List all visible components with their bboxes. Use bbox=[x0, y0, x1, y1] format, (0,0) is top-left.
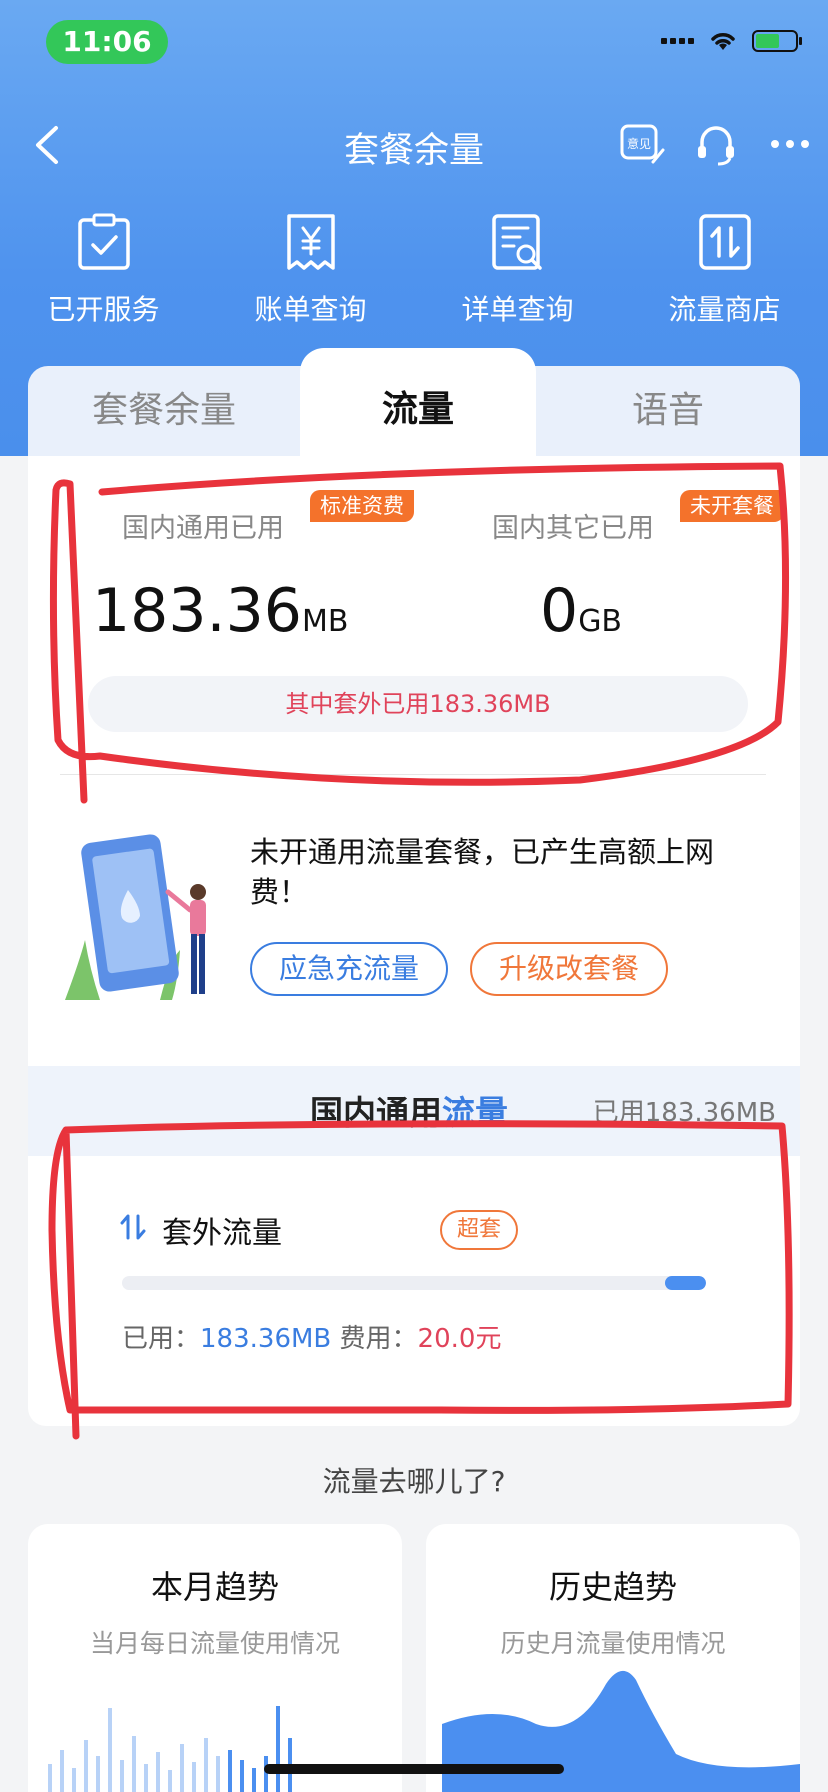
package-name: 套外流量 bbox=[162, 1216, 282, 1251]
quick-item-bill[interactable]: 账单查询 bbox=[207, 210, 414, 328]
divider bbox=[60, 774, 766, 775]
quick-item-opened-services[interactable]: 已开服务 bbox=[0, 210, 207, 328]
usage-progress-fill bbox=[665, 1276, 706, 1290]
quick-item-label: 账单查询 bbox=[254, 293, 367, 326]
promo-message: 未开通用流量套餐，已产生高额上网费！ bbox=[250, 835, 715, 909]
nav-actions: 意见 bbox=[618, 120, 814, 168]
tab-voice[interactable]: 语音 bbox=[536, 366, 800, 456]
headset-icon bbox=[698, 126, 734, 166]
usage-progress-bar bbox=[122, 1276, 706, 1290]
package-stats: 已用：183.36MB 费用：20.0元 bbox=[122, 1318, 501, 1355]
emergency-recharge-button[interactable]: 应急充流量 bbox=[250, 942, 448, 996]
tab-data[interactable]: 流量 bbox=[300, 360, 536, 460]
tab-package-balance[interactable]: 套餐余量 bbox=[28, 366, 300, 456]
clipboard-check-icon bbox=[77, 213, 130, 270]
domestic-general-unit: MB bbox=[301, 604, 349, 639]
domestic-other-label: 国内其它已用 bbox=[492, 513, 654, 544]
overuse-note: 其中套外已用183.36MB bbox=[88, 676, 748, 732]
quick-item-detail[interactable]: 详单查询 bbox=[414, 210, 621, 328]
domestic-other-value: 0GB bbox=[540, 576, 623, 646]
domestic-other-unit: GB bbox=[578, 604, 623, 639]
wifi-icon bbox=[711, 33, 735, 50]
status-time: 11:06 bbox=[46, 20, 168, 64]
customer-service-button[interactable] bbox=[692, 120, 740, 168]
fee-value: 20.0元 bbox=[417, 1324, 502, 1354]
status-icons bbox=[661, 30, 802, 52]
cellular-signal-icon bbox=[661, 38, 694, 44]
quick-item-label: 流量商店 bbox=[668, 293, 781, 326]
more-button[interactable] bbox=[766, 120, 814, 168]
daily-bar-sparkline bbox=[48, 1706, 292, 1792]
used-label: 已用： bbox=[122, 1324, 201, 1354]
bill-yen-icon bbox=[286, 214, 335, 270]
upgrade-plan-button[interactable]: 升级改套餐 bbox=[470, 942, 668, 996]
home-indicator bbox=[264, 1764, 564, 1774]
quick-item-label: 已开服务 bbox=[47, 293, 160, 326]
data-store-icon bbox=[698, 214, 751, 270]
section-used: 已用183.36MB bbox=[592, 1098, 776, 1128]
overage-badge: 超套 bbox=[440, 1210, 518, 1250]
more-dots-icon bbox=[771, 140, 809, 148]
quick-item-data-store[interactable]: 流量商店 bbox=[621, 210, 828, 328]
battery-icon bbox=[752, 30, 802, 52]
package-card[interactable] bbox=[28, 1156, 800, 1426]
data-destination-title: 流量去哪儿了? bbox=[322, 1465, 506, 1498]
up-down-arrows-icon bbox=[120, 1214, 146, 1240]
section-title-accent: 流量 bbox=[442, 1093, 508, 1132]
quick-services: 已开服务 账单查询 详单查询 流量商店 bbox=[0, 210, 828, 328]
feedback-button[interactable]: 意见 bbox=[618, 120, 666, 168]
no-plan-badge: 未开套餐 bbox=[680, 490, 784, 522]
detail-search-icon bbox=[491, 214, 542, 270]
feedback-icon: 意见 bbox=[620, 124, 665, 164]
fee-label: 费用： bbox=[339, 1324, 418, 1354]
domestic-general-label: 国内通用已用 bbox=[122, 513, 284, 544]
standard-rate-badge: 标准资费 bbox=[310, 490, 414, 522]
used-value: 183.36MB bbox=[200, 1324, 332, 1354]
monthly-trend-card[interactable]: 本月趋势 当月每日流量使用情况 bbox=[28, 1524, 402, 1792]
history-area-sparkline bbox=[442, 1670, 800, 1792]
section-title: 国内通用流量 bbox=[310, 1093, 508, 1132]
phone-illustration bbox=[65, 834, 206, 1000]
feedback-icon-text: 意见 bbox=[627, 136, 651, 151]
history-trend-card[interactable]: 历史趋势 历史月流量使用情况 bbox=[426, 1524, 800, 1792]
quick-item-label: 详单查询 bbox=[461, 293, 574, 326]
domestic-general-value: 183.36MB bbox=[92, 576, 349, 646]
